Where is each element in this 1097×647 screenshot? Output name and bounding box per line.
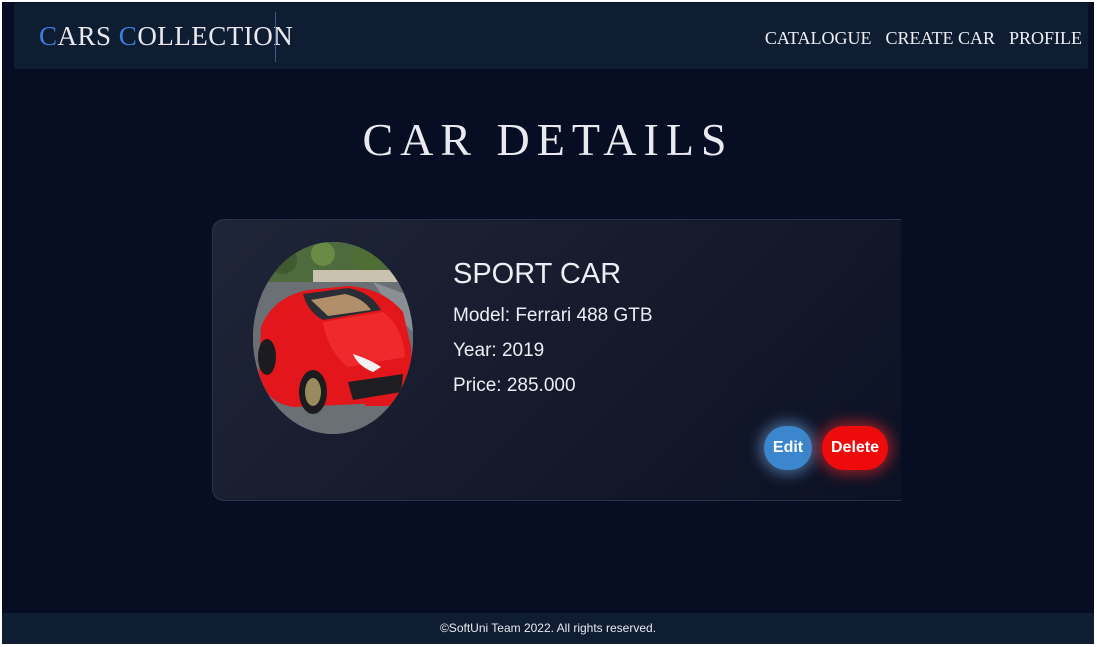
car-model-label: Model:: [453, 305, 516, 326]
logo-text-cars: ARS: [57, 21, 119, 51]
footer-copyright: ©SoftUni Team 2022. All rights reserved.: [439, 621, 657, 635]
car-year-label: Year:: [453, 340, 502, 361]
car-image: [253, 242, 413, 434]
logo-letter-c-2: C: [118, 21, 138, 51]
card-clip-overlay: [901, 212, 1094, 512]
page-title: CAR DETAILS: [362, 114, 734, 165]
logo-divider: [275, 12, 276, 62]
edit-button[interactable]: Edit: [764, 426, 812, 470]
car-year: Year: 2019: [453, 333, 653, 368]
delete-button[interactable]: Delete: [822, 426, 888, 470]
nav-link-catalogue[interactable]: CATALOGUE: [765, 24, 872, 52]
car-type: SPORT CAR: [453, 258, 622, 290]
app-frame: CARS COLLECTION CATALOGUE CREATE CAR PRO…: [2, 2, 1094, 644]
car-details-card: SPORT CAR Model: Ferrari 488 GTB Year: 2…: [212, 219, 934, 501]
site-logo[interactable]: CARS COLLECTION: [39, 15, 293, 57]
main-nav: CATALOGUE CREATE CAR PROFILE: [751, 24, 1082, 52]
logo-letter-c: C: [39, 21, 58, 51]
nav-link-profile[interactable]: PROFILE: [1009, 24, 1082, 52]
page-footer: ©SoftUni Team 2022. All rights reserved.: [2, 613, 1094, 644]
car-model-value: Ferrari 488 GTB: [515, 305, 653, 326]
nav-link-create-car[interactable]: CREATE CAR: [885, 24, 995, 52]
car-info: SPORT CAR Model: Ferrari 488 GTB Year: 2…: [453, 256, 653, 403]
logo-text-collection: OLLECTION: [137, 21, 294, 51]
car-price-value: 285.000: [506, 375, 576, 396]
car-price: Price: 285.000: [453, 368, 653, 403]
red-sports-car-icon: [253, 242, 413, 434]
car-model: Model: Ferrari 488 GTB: [453, 298, 653, 333]
car-year-value: 2019: [501, 340, 545, 361]
top-navbar: CARS COLLECTION CATALOGUE CREATE CAR PRO…: [14, 3, 1088, 69]
car-price-label: Price:: [453, 375, 507, 396]
